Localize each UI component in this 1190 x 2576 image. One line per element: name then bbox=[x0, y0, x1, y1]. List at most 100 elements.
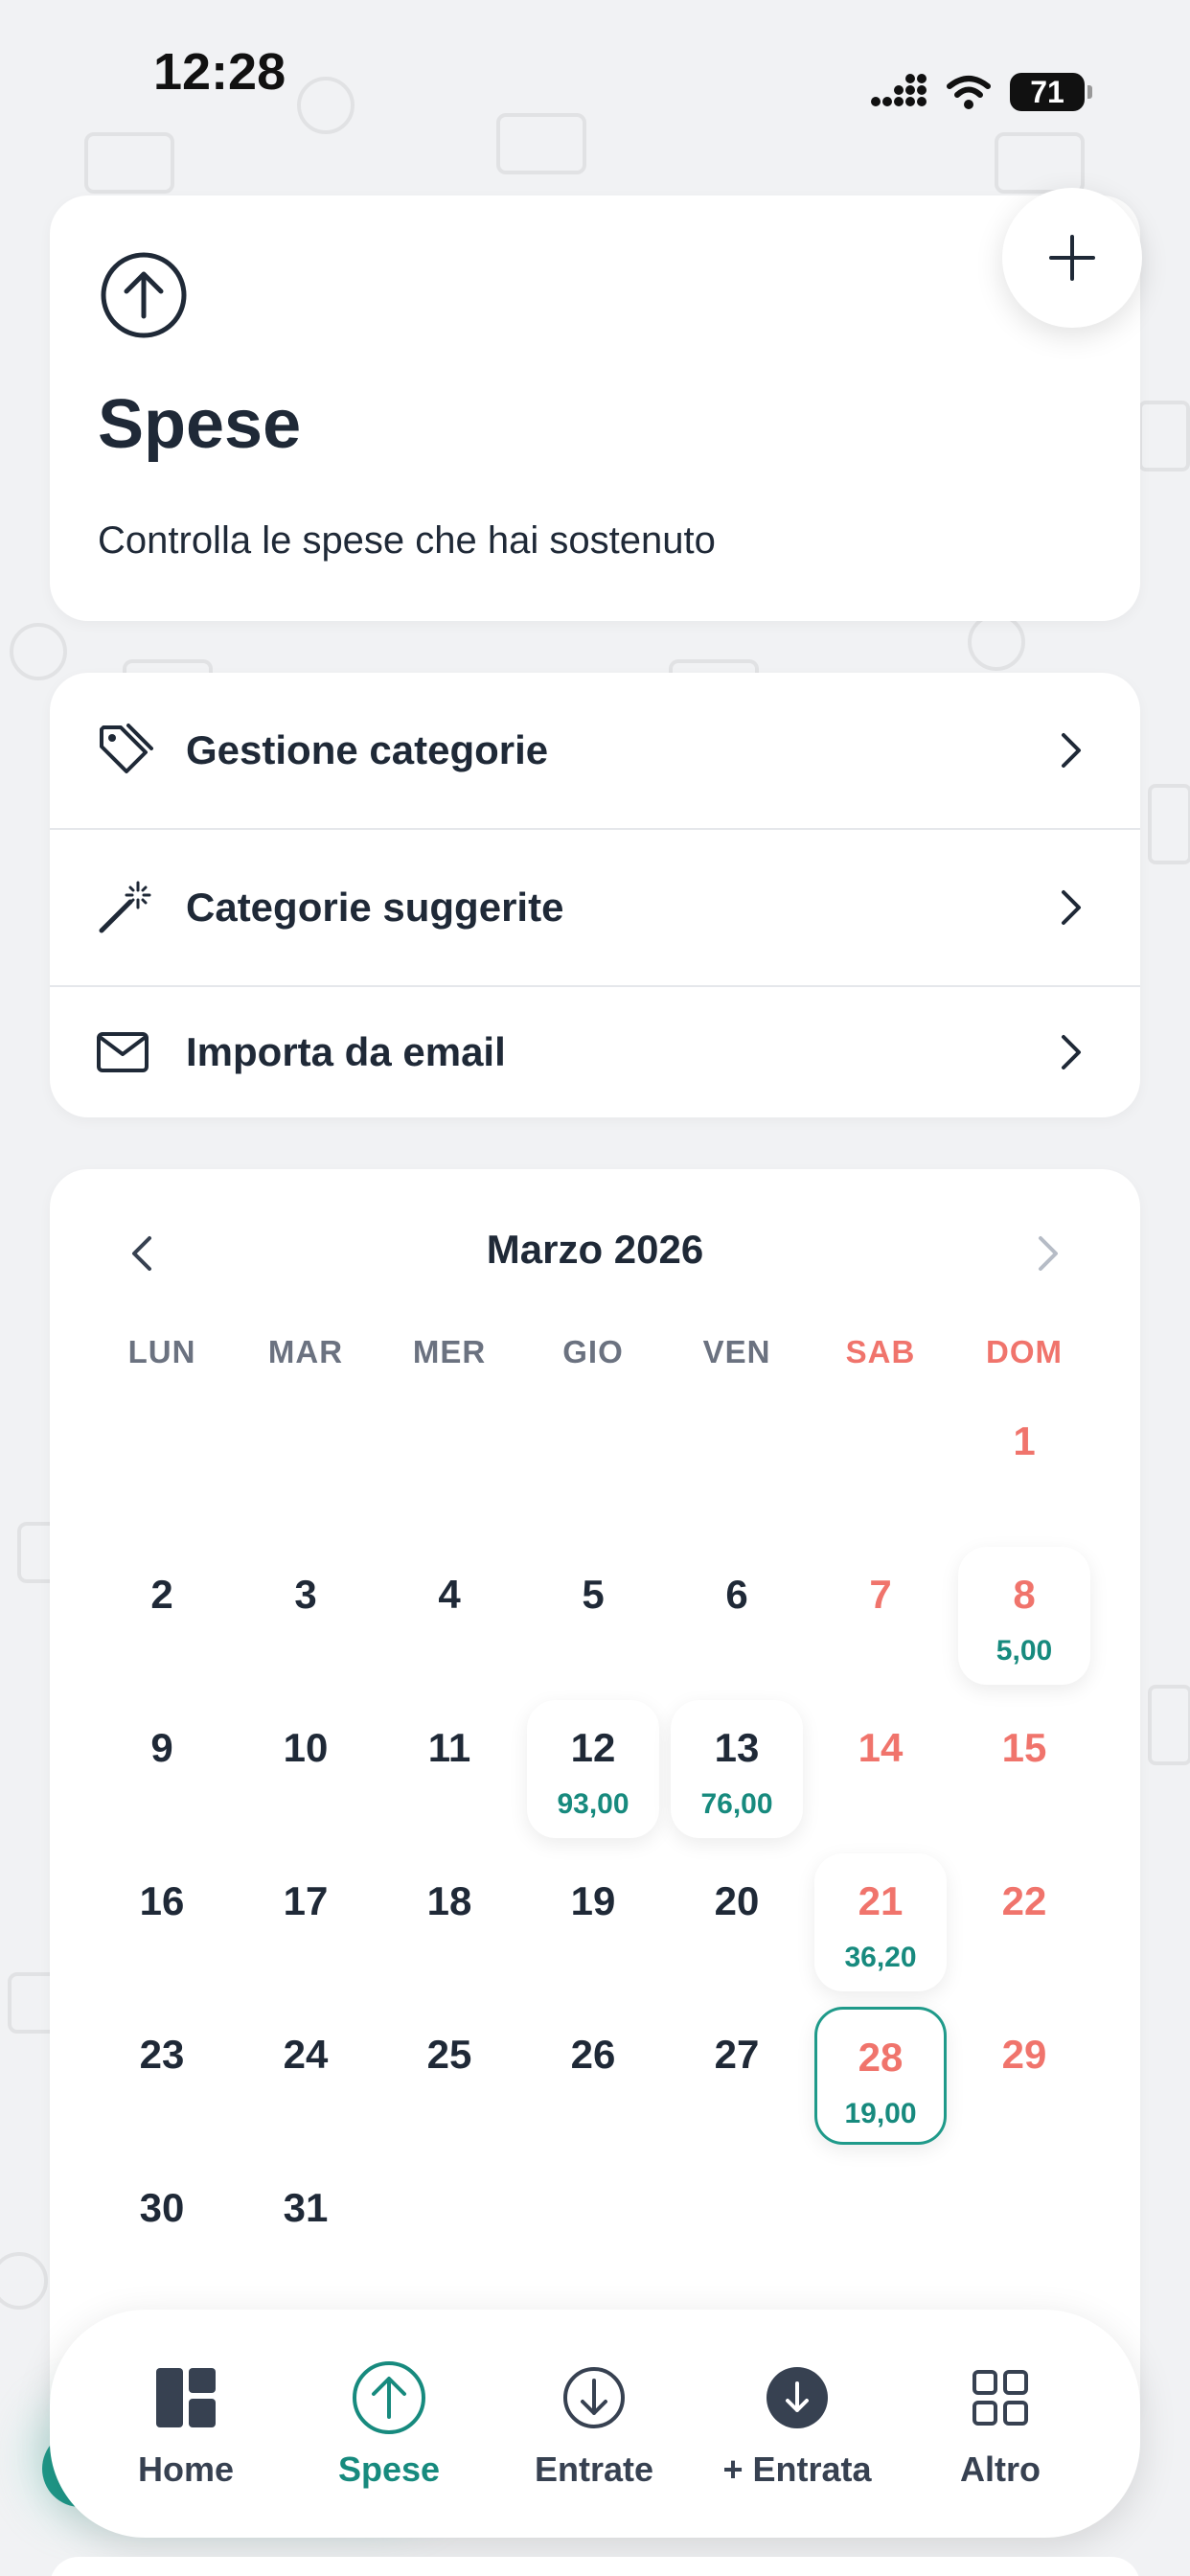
wifi-icon bbox=[947, 76, 991, 109]
nav-entrate[interactable]: Entrate bbox=[498, 2359, 690, 2490]
calendar-day[interactable]: 18 bbox=[383, 1853, 515, 1991]
calendar-day[interactable]: 30 bbox=[96, 2160, 228, 2298]
calendar-day[interactable]: 15 bbox=[958, 1700, 1090, 1838]
day-number: 13 bbox=[714, 1725, 760, 1770]
chevron-right-icon bbox=[1062, 890, 1081, 925]
day-number: 16 bbox=[139, 1878, 185, 1923]
page-title: Spese bbox=[98, 386, 302, 463]
chevron-right-icon bbox=[1062, 1035, 1081, 1070]
calendar-day[interactable]: 19 bbox=[527, 1853, 659, 1991]
calendar-day[interactable]: 1 bbox=[958, 1393, 1090, 1531]
day-expense-amount: 5,00 bbox=[995, 1635, 1053, 1667]
battery-indicator: 71 bbox=[1010, 73, 1092, 111]
nav-home[interactable]: Home bbox=[90, 2359, 282, 2490]
menu-item-gestione-categorie[interactable]: Gestione categorie bbox=[50, 673, 1140, 828]
menu-item-label: Importa da email bbox=[186, 1029, 506, 1074]
calendar-day[interactable]: 7 bbox=[814, 1547, 947, 1685]
day-number: 17 bbox=[283, 1878, 329, 1923]
menu-item-categorie-suggerite[interactable]: Categorie suggerite bbox=[50, 830, 1140, 985]
tag-icon bbox=[100, 724, 153, 773]
day-number: 5 bbox=[582, 1572, 605, 1617]
calendar-day[interactable]: 29 bbox=[958, 2007, 1090, 2145]
grid-icon bbox=[973, 2370, 1028, 2426]
calendar-day[interactable]: 23 bbox=[96, 2007, 228, 2145]
calendar-day[interactable]: 22 bbox=[958, 1853, 1090, 1991]
calendar-day[interactable]: 13 76,00 bbox=[671, 1700, 803, 1838]
calendar-day[interactable]: 12 93,00 bbox=[527, 1700, 659, 1838]
day-number: 12 bbox=[570, 1725, 616, 1770]
nav-spese[interactable]: Spese bbox=[293, 2359, 485, 2490]
add-expense-button[interactable] bbox=[1002, 188, 1142, 328]
signal-icon bbox=[871, 74, 927, 106]
day-expense-amount: 19,00 bbox=[844, 2098, 917, 2129]
weekday-label: VEN bbox=[702, 1334, 771, 1369]
calendar-day[interactable]: 20 bbox=[671, 1853, 803, 1991]
day-number: 14 bbox=[858, 1725, 904, 1770]
weekday-label: GIO bbox=[562, 1334, 624, 1369]
chevron-right-icon[interactable] bbox=[1029, 1232, 1067, 1275]
dashboard-icon bbox=[156, 2368, 216, 2427]
nav-label: Altro bbox=[960, 2450, 1041, 2489]
day-expense-amount: 36,20 bbox=[844, 1942, 917, 1973]
day-number: 27 bbox=[714, 2032, 760, 2077]
calendar-day[interactable]: 2 bbox=[96, 1547, 228, 1685]
menu-item-importa-da-email[interactable]: Importa da email bbox=[50, 987, 1140, 1117]
nav-label: + Entrata bbox=[722, 2450, 872, 2489]
status-time: 12:28 bbox=[153, 43, 286, 101]
day-number: 25 bbox=[426, 2032, 472, 2077]
magic-wand-icon bbox=[99, 881, 151, 933]
day-number: 2 bbox=[150, 1572, 173, 1617]
day-number: 11 bbox=[427, 1725, 471, 1770]
weekday-label: MAR bbox=[267, 1334, 344, 1369]
calendar-day[interactable]: 9 bbox=[96, 1700, 228, 1838]
weekday-label: SAB bbox=[845, 1334, 916, 1369]
calendar-day[interactable]: 21 36,20 bbox=[814, 1853, 947, 1991]
calendar-day[interactable]: 26 bbox=[527, 2007, 659, 2145]
calendar-day[interactable]: 17 bbox=[240, 1853, 372, 1991]
calendar-day[interactable]: 31 bbox=[240, 2160, 372, 2298]
arrow-up-circle-icon bbox=[353, 2361, 425, 2434]
calendar-day[interactable]: 25 bbox=[383, 2007, 515, 2145]
menu-item-label: Gestione categorie bbox=[186, 727, 549, 772]
arrow-down-filled-icon bbox=[767, 2367, 828, 2428]
nav-label: Home bbox=[137, 2450, 235, 2489]
calendar-day[interactable]: 24 bbox=[240, 2007, 372, 2145]
day-number: 23 bbox=[139, 2032, 185, 2077]
arrow-down-circle-icon bbox=[563, 2367, 625, 2428]
calendar-day[interactable]: 11 bbox=[383, 1700, 515, 1838]
calendar-day[interactable]: 10 bbox=[240, 1700, 372, 1838]
day-number: 4 bbox=[438, 1572, 461, 1617]
mail-icon bbox=[97, 1032, 149, 1072]
page-description: Controlla le spese che hai sostenuto bbox=[98, 519, 716, 562]
day-number: 22 bbox=[1001, 1878, 1047, 1923]
calendar-day[interactable]: 16 bbox=[96, 1853, 228, 1991]
day-number: 31 bbox=[283, 2185, 329, 2230]
weekday-label: DOM bbox=[986, 1334, 1063, 1369]
day-number: 20 bbox=[714, 1878, 760, 1923]
calendar-day[interactable]: 5 bbox=[527, 1547, 659, 1685]
header-card: Spese Controlla le spese che hai sostenu… bbox=[50, 196, 1140, 621]
calendar-day[interactable]: 27 bbox=[671, 2007, 803, 2145]
weekday-label: LUN bbox=[127, 1334, 196, 1369]
day-number: 1 bbox=[1013, 1418, 1036, 1463]
day-number: 7 bbox=[869, 1572, 892, 1617]
nav-altro[interactable]: Altro bbox=[904, 2359, 1096, 2490]
calendar-day[interactable]: 4 bbox=[383, 1547, 515, 1685]
next-card-edge bbox=[50, 2557, 1140, 2576]
day-number: 19 bbox=[570, 1878, 616, 1923]
calendar-day[interactable]: 6 bbox=[671, 1547, 803, 1685]
calendar-day[interactable]: 8 5,00 bbox=[958, 1547, 1090, 1685]
calendar-day-selected[interactable]: 28 19,00 bbox=[814, 2007, 947, 2145]
day-number: 30 bbox=[139, 2185, 185, 2230]
calendar-day[interactable]: 3 bbox=[240, 1547, 372, 1685]
menu-item-label: Categorie suggerite bbox=[186, 885, 564, 930]
day-number: 10 bbox=[283, 1725, 329, 1770]
day-number: 18 bbox=[426, 1878, 472, 1923]
day-number: 21 bbox=[858, 1878, 904, 1923]
calendar-day[interactable]: 14 bbox=[814, 1700, 947, 1838]
nav-add-entrata[interactable]: + Entrata bbox=[701, 2359, 893, 2490]
plus-icon bbox=[1049, 235, 1095, 281]
day-number: 28 bbox=[858, 2035, 904, 2080]
day-number: 3 bbox=[294, 1572, 317, 1617]
bottom-navigation: Home Spese Entrate + Entrata Altro bbox=[50, 2310, 1140, 2538]
